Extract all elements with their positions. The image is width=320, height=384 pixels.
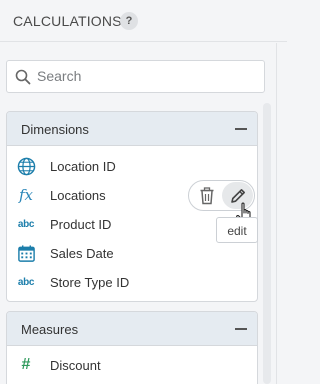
field-item-product-id[interactable]: abc Product ID: [16, 212, 246, 236]
help-icon[interactable]: ?: [120, 12, 138, 30]
delete-button[interactable]: [196, 186, 218, 206]
field-label: Discount: [50, 358, 101, 373]
field-label: Product ID: [50, 217, 112, 232]
dimensions-title: Dimensions: [21, 122, 89, 137]
field-label: Sales Date: [50, 246, 114, 261]
field-label: Store Type ID: [50, 275, 130, 290]
hash-icon: #: [21, 356, 31, 373]
panel-header-bar: CALCULATIONS ?: [0, 0, 287, 42]
abc-icon: abc: [17, 276, 35, 288]
collapse-icon[interactable]: [235, 328, 247, 330]
dimensions-header[interactable]: Dimensions: [7, 112, 257, 146]
globe-icon: [16, 156, 36, 176]
field-item-sales-date[interactable]: Sales Date: [16, 241, 246, 265]
measures-title: Measures: [21, 322, 79, 337]
search-placeholder: Search: [37, 68, 82, 84]
calendar-icon: [16, 243, 36, 263]
collapse-icon[interactable]: [235, 128, 247, 130]
search-input[interactable]: Search: [6, 60, 265, 93]
page-title: CALCULATIONS: [13, 13, 122, 29]
scrollbar[interactable]: [263, 103, 271, 384]
field-item-discount[interactable]: # Discount: [16, 353, 246, 377]
abc-icon: abc: [17, 218, 35, 230]
field-item-store-type-id[interactable]: abc Store Type ID: [16, 270, 246, 294]
edit-tooltip: edit: [216, 217, 258, 243]
fx-icon: fx: [18, 186, 33, 204]
measures-header[interactable]: Measures: [7, 312, 257, 346]
divider: [276, 43, 277, 384]
field-item-location-id[interactable]: Location ID: [16, 154, 246, 178]
field-label: Locations: [50, 188, 106, 203]
field-label: Location ID: [50, 159, 116, 174]
trash-icon: [200, 187, 214, 205]
search-icon: [15, 69, 31, 85]
